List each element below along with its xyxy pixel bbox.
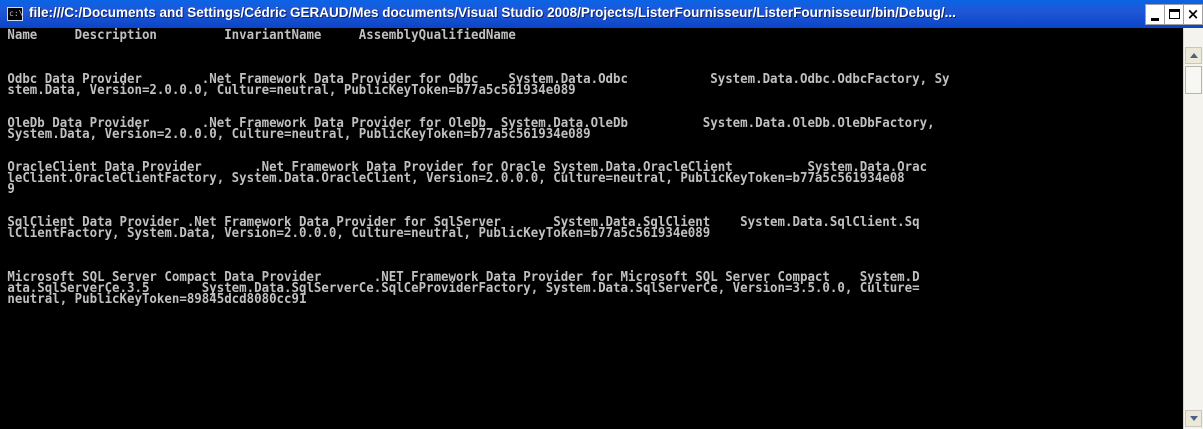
close-icon: × bbox=[1186, 5, 1200, 23]
console-text: Name Description InvariantName AssemblyQ… bbox=[0, 28, 1088, 415]
maximize-button[interactable] bbox=[1164, 4, 1185, 25]
title-bar[interactable]: c:\ file:///C:/Documents and Settings/Cé… bbox=[0, 0, 1203, 29]
vertical-scrollbar[interactable] bbox=[1183, 28, 1203, 429]
console-line: lClientFactory, System.Data, Version=2.0… bbox=[7, 225, 711, 241]
console-line: Name Description InvariantName AssemblyQ… bbox=[7, 28, 516, 43]
minimize-button[interactable] bbox=[1145, 4, 1166, 25]
console-window: c:\ file:///C:/Documents and Settings/Cé… bbox=[0, 0, 1203, 429]
window-title: file:///C:/Documents and Settings/Cédric… bbox=[29, 5, 956, 20]
console-icon[interactable]: c:\ bbox=[7, 7, 23, 21]
scroll-down-button[interactable] bbox=[1185, 410, 1202, 427]
close-button[interactable]: × bbox=[1183, 4, 1203, 25]
scroll-up-button[interactable] bbox=[1185, 47, 1202, 64]
scroll-thumb[interactable] bbox=[1185, 66, 1202, 94]
console-output[interactable]: Name Description InvariantName AssemblyQ… bbox=[0, 28, 1183, 429]
